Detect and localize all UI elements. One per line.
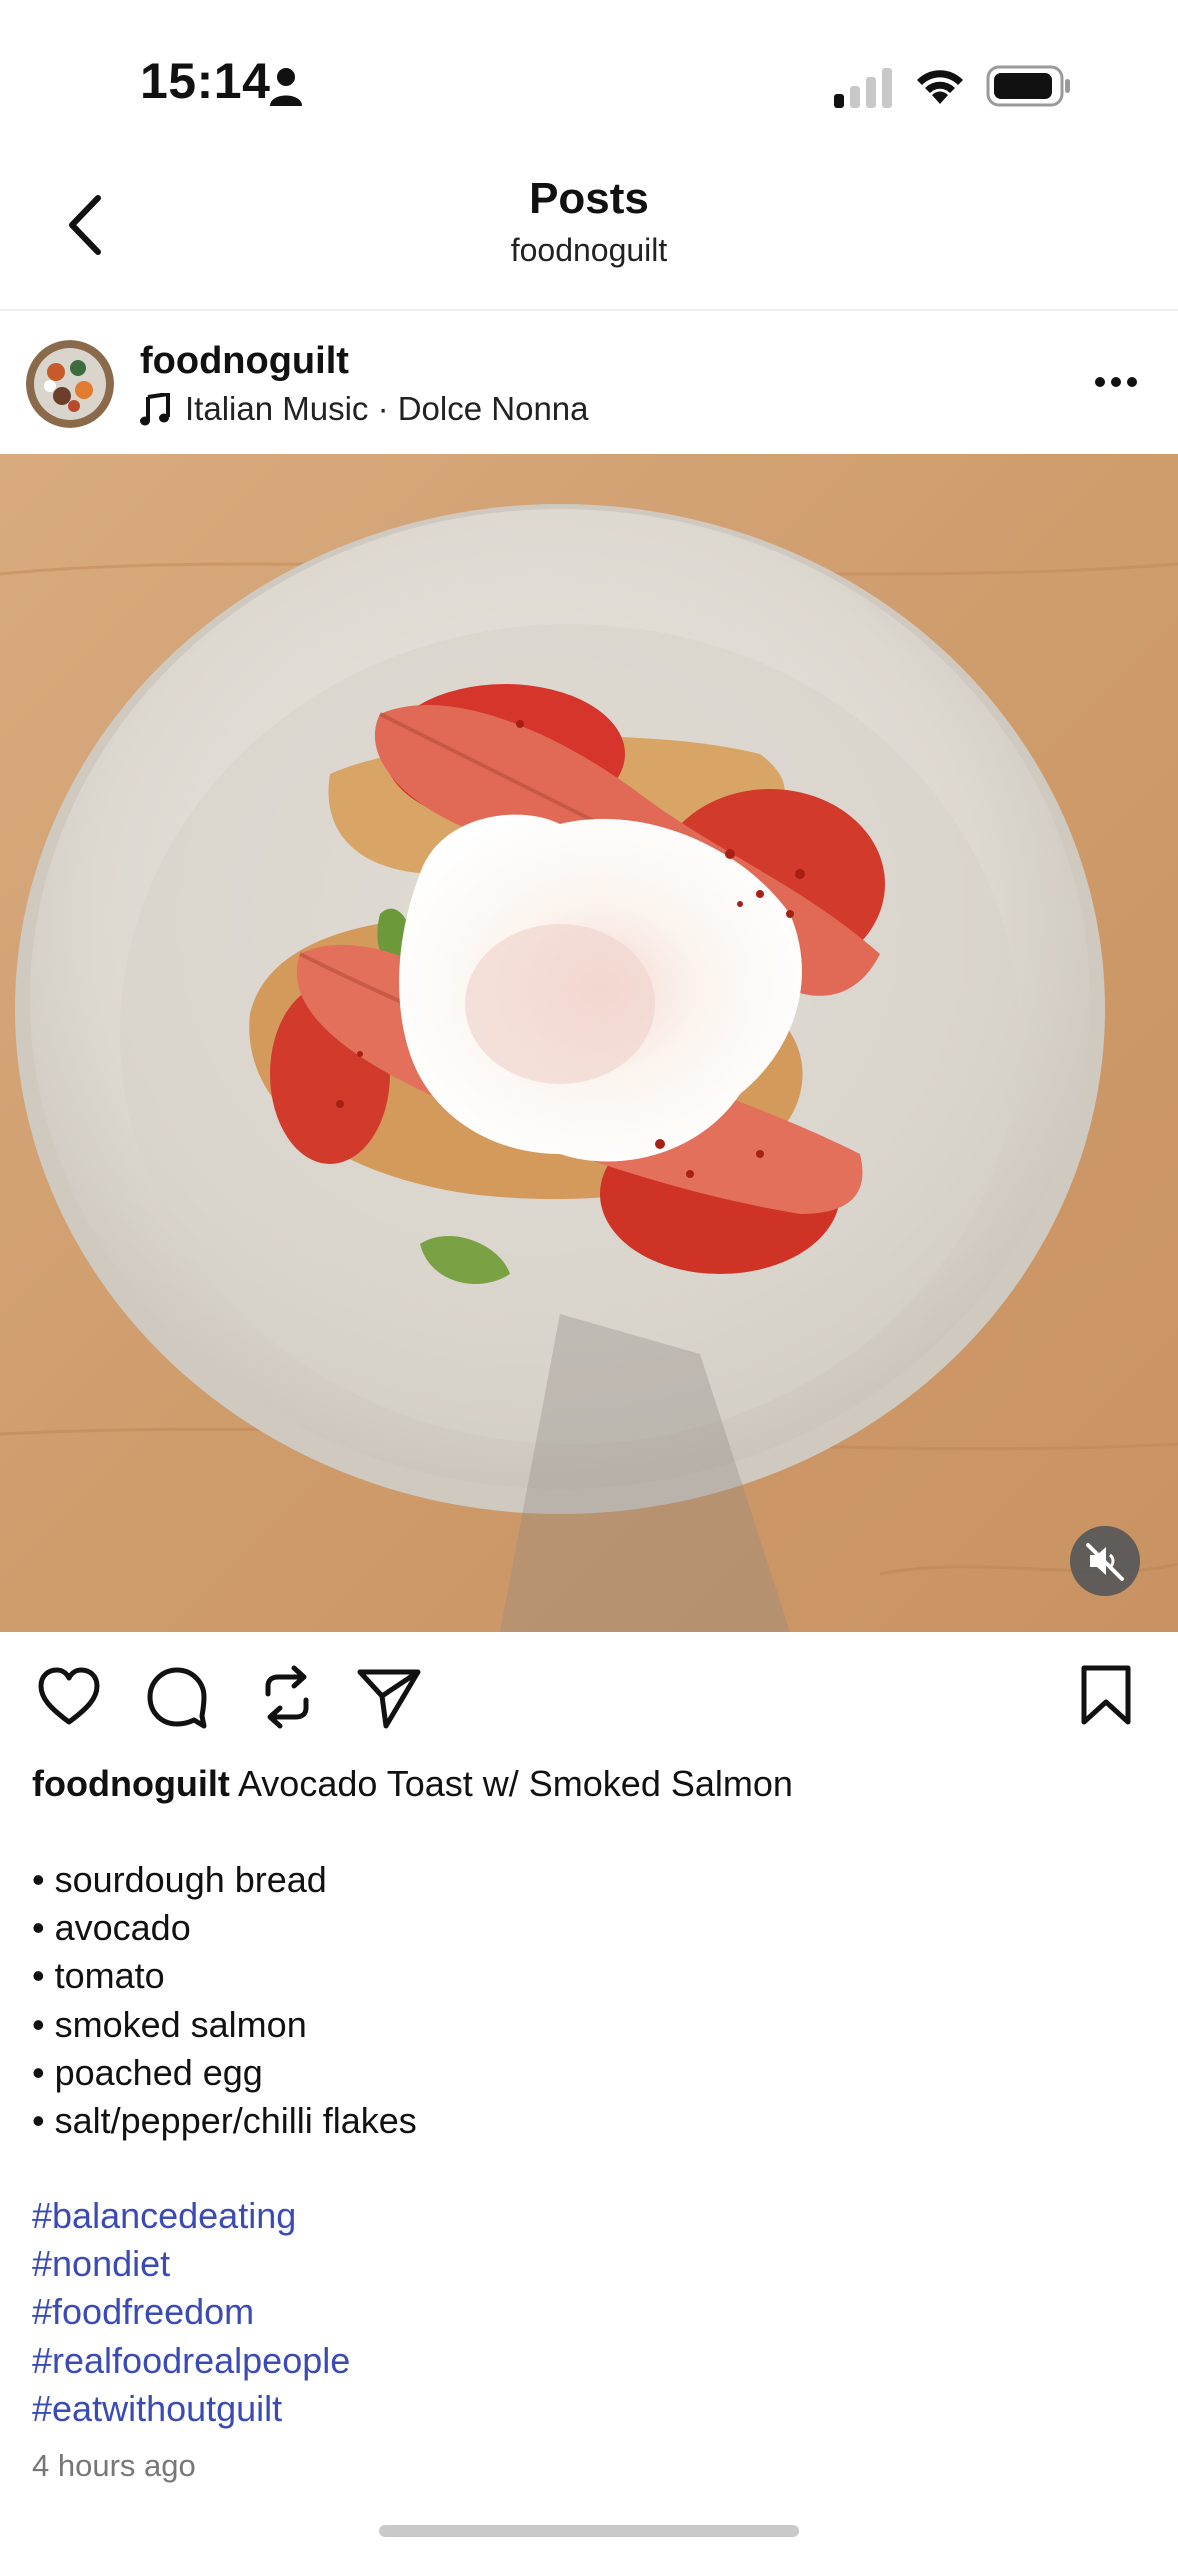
music-note-icon — [140, 393, 170, 426]
page-title: Posts — [529, 174, 649, 223]
hashtag-link[interactable]: #balancedeating — [32, 2192, 350, 2240]
food-photo — [0, 454, 1178, 1632]
comment-bubble-icon[interactable] — [144, 1664, 210, 1730]
person-icon — [270, 68, 302, 106]
hashtag-link[interactable]: #realfoodrealpeople — [32, 2337, 350, 2385]
speaker-muted-icon[interactable] — [1070, 1526, 1140, 1596]
cellular-signal-icon — [834, 68, 892, 108]
avatar[interactable] — [26, 340, 114, 428]
more-horizontal-icon[interactable] — [1094, 376, 1138, 388]
ingredient-item: • salt/pepper/chilli flakes — [32, 2100, 417, 2142]
caption-username[interactable]: foodnoguilt — [32, 1763, 230, 1804]
page-subtitle: foodnoguilt — [510, 232, 668, 268]
send-icon[interactable] — [356, 1664, 422, 1730]
home-indicator[interactable] — [379, 2525, 799, 2537]
hashtag-link[interactable]: #foodfreedom — [32, 2288, 350, 2336]
status-time: 15:14 — [140, 53, 271, 109]
repost-icon[interactable] — [254, 1664, 320, 1730]
ingredient-item: • avocado — [32, 1907, 191, 1949]
ingredient-item: • smoked salmon — [32, 2003, 307, 2045]
hashtag-list: #balancedeating #nondiet #foodfreedom #r… — [32, 2192, 350, 2433]
heart-icon[interactable] — [36, 1664, 102, 1730]
hashtag-link[interactable]: #nondiet — [32, 2240, 350, 2288]
ingredient-item: • poached egg — [32, 2051, 263, 2093]
post-caption: foodnoguilt Avocado Toast w/ Smoked Salm… — [32, 1760, 793, 1808]
bookmark-icon[interactable] — [1078, 1664, 1134, 1726]
ingredient-item: • sourdough bread — [32, 1859, 327, 1900]
music-attribution[interactable]: Italian Music · Dolce Nonna — [185, 390, 589, 428]
wifi-icon — [917, 70, 963, 104]
ingredients-list: • sourdough bread • avocado • tomato • s… — [32, 1856, 417, 2145]
caption-title: Avocado Toast w/ Smoked Salmon — [237, 1763, 793, 1804]
post-media[interactable] — [0, 454, 1178, 1632]
hashtag-link[interactable]: #eatwithoutguilt — [32, 2385, 350, 2433]
post-username[interactable]: foodnoguilt — [140, 340, 349, 383]
post-timestamp: 4 hours ago — [32, 2448, 196, 2483]
header-divider — [0, 309, 1178, 311]
avatar-food-image — [26, 340, 114, 428]
battery-icon — [986, 65, 1070, 107]
ingredient-item: • tomato — [32, 1955, 165, 1997]
